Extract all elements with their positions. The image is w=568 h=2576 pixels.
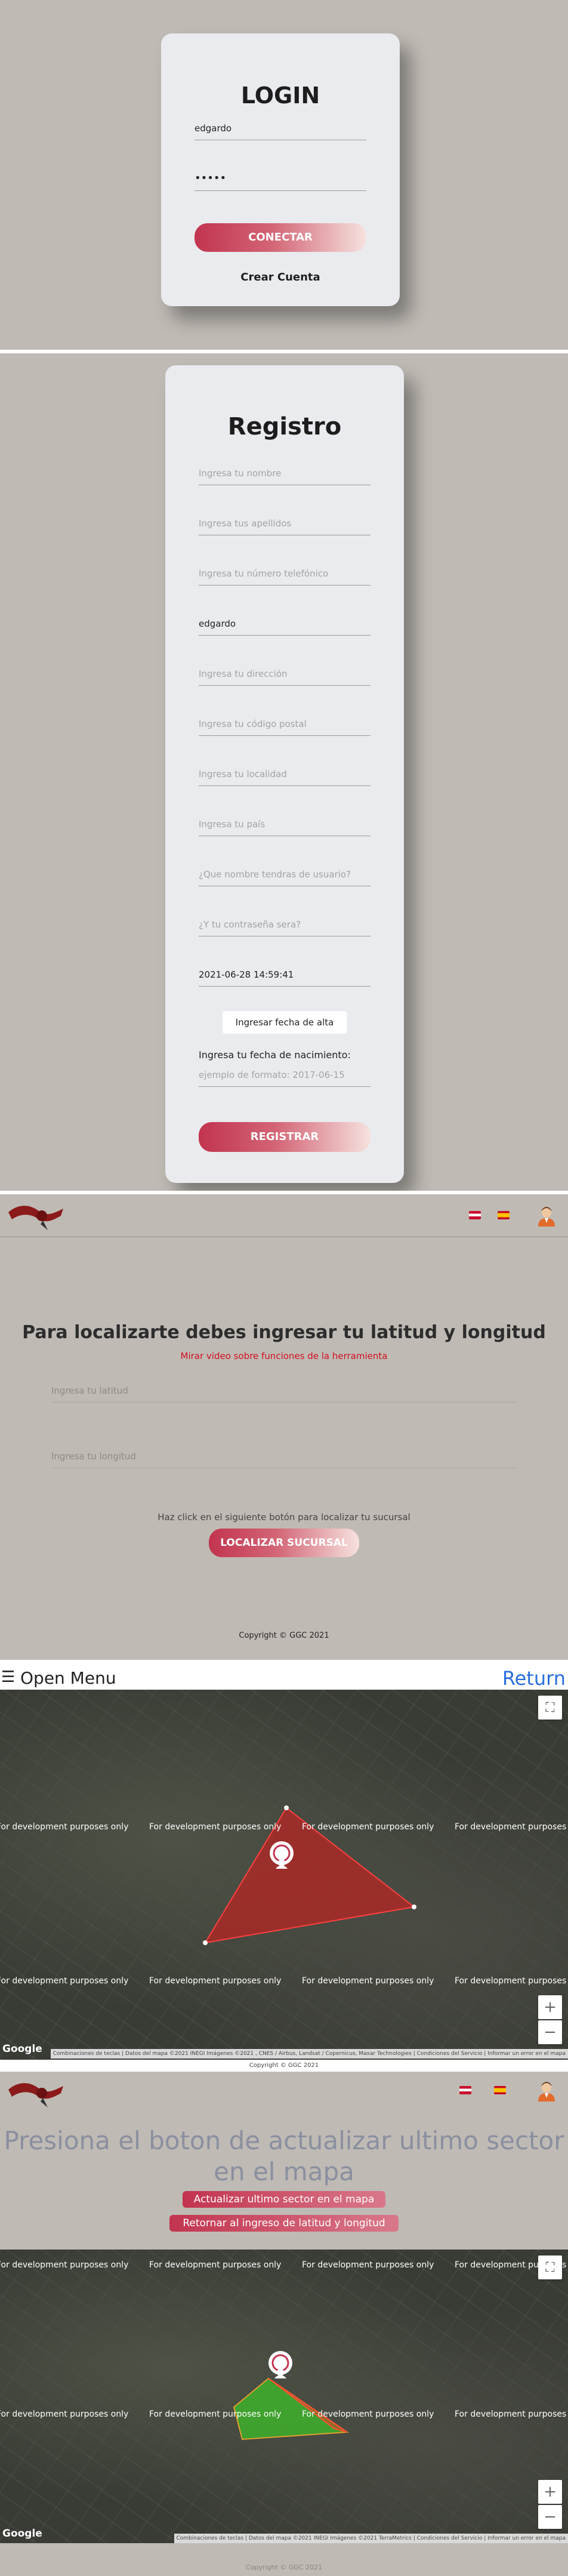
dev-watermark: For development purposes only [302,2409,434,2419]
sector-section: Presiona el boton de actualizar ultimo s… [0,2115,568,2576]
dev-watermark: For development purposes only [302,2260,434,2270]
zoom-in-button[interactable]: + [538,2480,562,2504]
longitude-input[interactable]: Ingresa tu longitud [51,1451,518,1468]
zoom-out-button[interactable]: − [538,2505,562,2529]
sector-polygon[interactable] [0,2250,568,2543]
surname-input[interactable]: Ingresa tus apellidos [199,518,371,535]
username-input[interactable]: ¿Que nombre tendras de usuario? [199,869,371,886]
return-link[interactable]: Return [502,1667,566,1690]
register-card: Registro Ingresa tu nombre Ingresa tus a… [165,365,404,1183]
password-input[interactable]: ¿Y tu contraseña sera? [199,919,371,936]
user-avatar-icon[interactable] [536,2080,557,2102]
country-input[interactable]: Ingresa tu país [199,819,371,836]
create-account-link[interactable]: Crear Cuenta [161,271,400,284]
register-title: Registro [227,413,342,440]
dev-watermark: For development purposes only [0,1976,129,1986]
dev-watermark: For development purposes only [302,1822,434,1832]
dev-watermark: For development purposes only [149,1976,282,1986]
map-attribution[interactable]: Combinaciones de teclas | Datos del mapa… [174,2534,568,2543]
login-title: LOGIN [240,82,320,109]
date-value-input[interactable]: 2021-06-28 14:59:41 [199,969,371,987]
map-footer: Copyright © GGC 2021 [249,2062,319,2069]
map-view[interactable]: For development purposes only For develo… [0,1690,568,2060]
login-card: LOGIN edgardo ••••• CONECTAR Crear Cuent… [161,33,400,306]
dev-watermark: For development purposes only [0,2409,129,2419]
dev-watermark: For development purposes only [0,1822,129,1832]
postal-input[interactable]: Ingresa tu código postal [199,719,371,736]
open-menu-link[interactable]: Open Menu [20,1668,116,1688]
flag-en-icon[interactable] [459,2086,471,2094]
dev-watermark: For development purposes only [302,1976,434,1986]
flag-es-icon[interactable] [498,1211,510,1219]
update-sector-button[interactable]: Actualizar ultimo sector en el mapa [183,2191,385,2208]
google-logo: Google [2,2528,42,2540]
dev-watermark: For development purposes only [149,2260,282,2270]
locate-button[interactable]: LOCALIZAR SUCURSAL [209,1529,359,1557]
birthdate-input[interactable]: ejemplo de formato: 2017-06-15 [199,1070,371,1087]
sector-footer: Copyright © GGC 2021 [246,2563,322,2571]
dev-watermark: For development purposes only [149,1822,282,1832]
dev-watermark: For development purposes only [0,2260,129,2270]
logo-icon[interactable] [6,1200,66,1232]
locality-input[interactable]: Ingresa tu localidad [199,769,371,786]
phone-input[interactable]: Ingresa tu número telefónico [199,568,371,586]
return-latlng-button[interactable]: Retornar al ingreso de latitud y longitu… [169,2215,399,2232]
video-link[interactable]: Mirar video sobre funciones de la herram… [0,1351,568,1361]
google-logo: Google [2,2043,42,2055]
map-page: ☰ Open Menu Return For development purpo… [0,1663,568,2072]
zoom-out-button[interactable]: − [538,2020,562,2044]
hamburger-icon[interactable]: ☰ [1,1669,15,1685]
header-bar [0,1194,568,1237]
logo-icon[interactable] [6,2078,66,2110]
sector-polygon[interactable] [0,1690,568,2060]
dev-watermark: For development purposes only [455,2409,568,2419]
header-bar [0,2072,568,2115]
locate-hint: Haz click en el siguiente botón para loc… [158,1512,410,1523]
name-input[interactable]: Ingresa tu nombre [199,468,371,485]
flag-es-icon[interactable] [494,2086,506,2094]
fullscreen-icon[interactable]: ⛶ [538,1696,562,1720]
password-field[interactable]: ••••• [195,172,366,191]
locate-section: Para localizarte debes ingresar tu latit… [0,1237,568,1660]
connect-button[interactable]: CONECTAR [195,223,366,252]
zoom-in-button[interactable]: + [538,1995,562,2019]
sector-heading: Presiona el boton de actualizar ultimo s… [4,2126,564,2186]
address-input[interactable]: Ingresa tu dirección [199,668,371,686]
flag-en-icon[interactable] [469,1211,481,1219]
locate-heading: Para localizarte debes ingresar tu latit… [22,1322,546,1343]
latitude-input[interactable]: Ingresa tu latitud [51,1385,518,1403]
login-section: LOGIN edgardo ••••• CONECTAR Crear Cuent… [0,0,568,350]
menu-bar: ☰ Open Menu Return [0,1663,568,1690]
dev-watermark: For development purposes only [455,1822,568,1832]
fecha-alta-button[interactable]: Ingresar fecha de alta [223,1011,347,1034]
username-field[interactable]: edgardo [195,123,366,140]
map-view[interactable]: For development purposes only For develo… [0,2250,568,2543]
register-button[interactable]: REGISTRAR [199,1122,371,1152]
user-value-input[interactable]: edgardo [199,618,371,636]
fullscreen-icon[interactable]: ⛶ [538,2255,562,2279]
register-section: Registro Ingresa tu nombre Ingresa tus a… [0,353,568,1191]
map-attribution[interactable]: Combinaciones de teclas | Datos del mapa… [50,2049,568,2059]
copyright-footer: Copyright © GGC 2021 [239,1631,329,1640]
dev-watermark: For development purposes only [149,2409,282,2419]
dev-watermark: For development purposes only [455,1976,568,1986]
birthdate-label: Ingresa tu fecha de nacimiento: [199,1049,351,1061]
user-avatar-icon[interactable] [536,1205,557,1227]
